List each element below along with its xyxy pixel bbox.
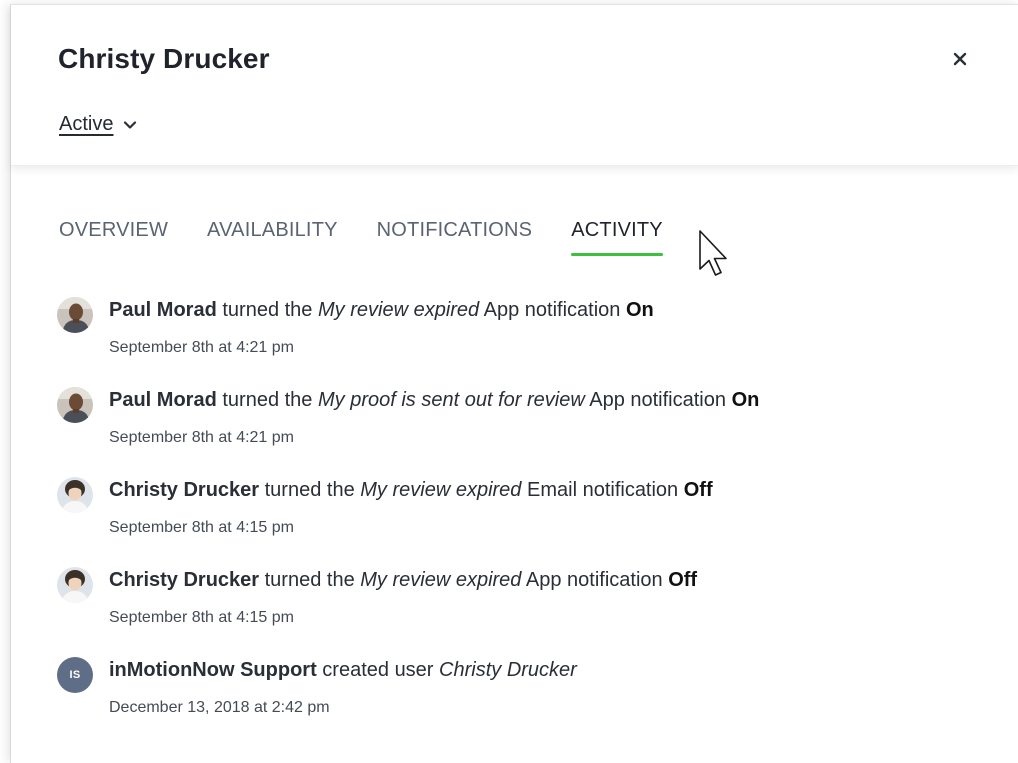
activity-text: Paul Morad turned the My proof is sent o… <box>109 389 759 412</box>
activity-item: IS inMotionNow Support created user Chri… <box>57 653 987 743</box>
activity-verb: turned the <box>264 479 355 501</box>
activity-subject: Christy Drucker <box>439 659 577 681</box>
activity-detail: App notification <box>589 389 726 411</box>
activity-text: inMotionNow Support created user Christy… <box>109 659 577 682</box>
activity-actor: Paul Morad <box>109 389 217 411</box>
chevron-down-icon <box>124 120 137 129</box>
activity-item: Paul Morad turned the My review expired … <box>57 293 987 383</box>
activity-item: Christy Drucker turned the My review exp… <box>57 473 987 563</box>
activity-timestamp: September 8th at 4:15 pm <box>109 609 294 626</box>
user-detail-panel: Christy Drucker Active OVERVIEW AVAILABI… <box>10 4 1018 763</box>
activity-timestamp: September 8th at 4:15 pm <box>109 519 294 536</box>
activity-text: Christy Drucker turned the My review exp… <box>109 569 697 592</box>
activity-verb: turned the <box>222 299 313 321</box>
activity-detail: App notification <box>525 569 663 591</box>
tab-notifications[interactable]: NOTIFICATIONS <box>377 219 533 256</box>
status-label: Active <box>59 113 114 135</box>
avatar <box>57 567 93 603</box>
tab-availability[interactable]: AVAILABILITY <box>207 219 338 256</box>
activity-timestamp: September 8th at 4:21 pm <box>109 339 294 356</box>
activity-state: On <box>731 389 760 411</box>
activity-detail: App notification <box>483 299 621 321</box>
avatar <box>57 477 93 513</box>
activity-text: Paul Morad turned the My review expired … <box>109 299 654 322</box>
activity-list: Paul Morad turned the My review expired … <box>57 293 987 743</box>
activity-timestamp: September 8th at 4:21 pm <box>109 429 294 446</box>
activity-verb: turned the <box>222 389 313 411</box>
activity-subject: My review expired <box>360 479 522 501</box>
close-icon <box>953 52 967 66</box>
activity-verb: created user <box>322 659 434 681</box>
mouse-cursor-icon <box>699 230 727 276</box>
activity-subject: My review expired <box>360 569 522 591</box>
activity-actor: Christy Drucker <box>109 569 260 591</box>
activity-actor: Christy Drucker <box>109 479 260 501</box>
tab-activity[interactable]: ACTIVITY <box>571 219 663 256</box>
activity-subject: My review expired <box>318 299 480 321</box>
activity-state: On <box>625 299 654 321</box>
avatar <box>57 387 93 423</box>
page-title: Christy Drucker <box>58 43 270 74</box>
activity-state: Off <box>683 479 713 501</box>
activity-timestamp: December 13, 2018 at 2:42 pm <box>109 699 330 716</box>
activity-actor: inMotionNow Support <box>109 659 317 681</box>
activity-subject: My proof is sent out for review <box>318 389 585 411</box>
activity-state: Off <box>668 569 698 591</box>
close-button[interactable] <box>946 45 974 73</box>
status-dropdown[interactable]: Active <box>59 113 137 136</box>
tab-bar: OVERVIEW AVAILABILITY NOTIFICATIONS ACTI… <box>59 219 702 256</box>
tab-overview[interactable]: OVERVIEW <box>59 219 168 256</box>
panel-header: Christy Drucker Active <box>11 5 1018 166</box>
activity-detail: Email notification <box>527 479 679 501</box>
avatar <box>57 297 93 333</box>
activity-item: Christy Drucker turned the My review exp… <box>57 563 987 653</box>
activity-text: Christy Drucker turned the My review exp… <box>109 479 713 502</box>
avatar-initials: IS <box>57 657 93 693</box>
activity-item: Paul Morad turned the My proof is sent o… <box>57 383 987 473</box>
activity-verb: turned the <box>264 569 355 591</box>
activity-actor: Paul Morad <box>109 299 217 321</box>
